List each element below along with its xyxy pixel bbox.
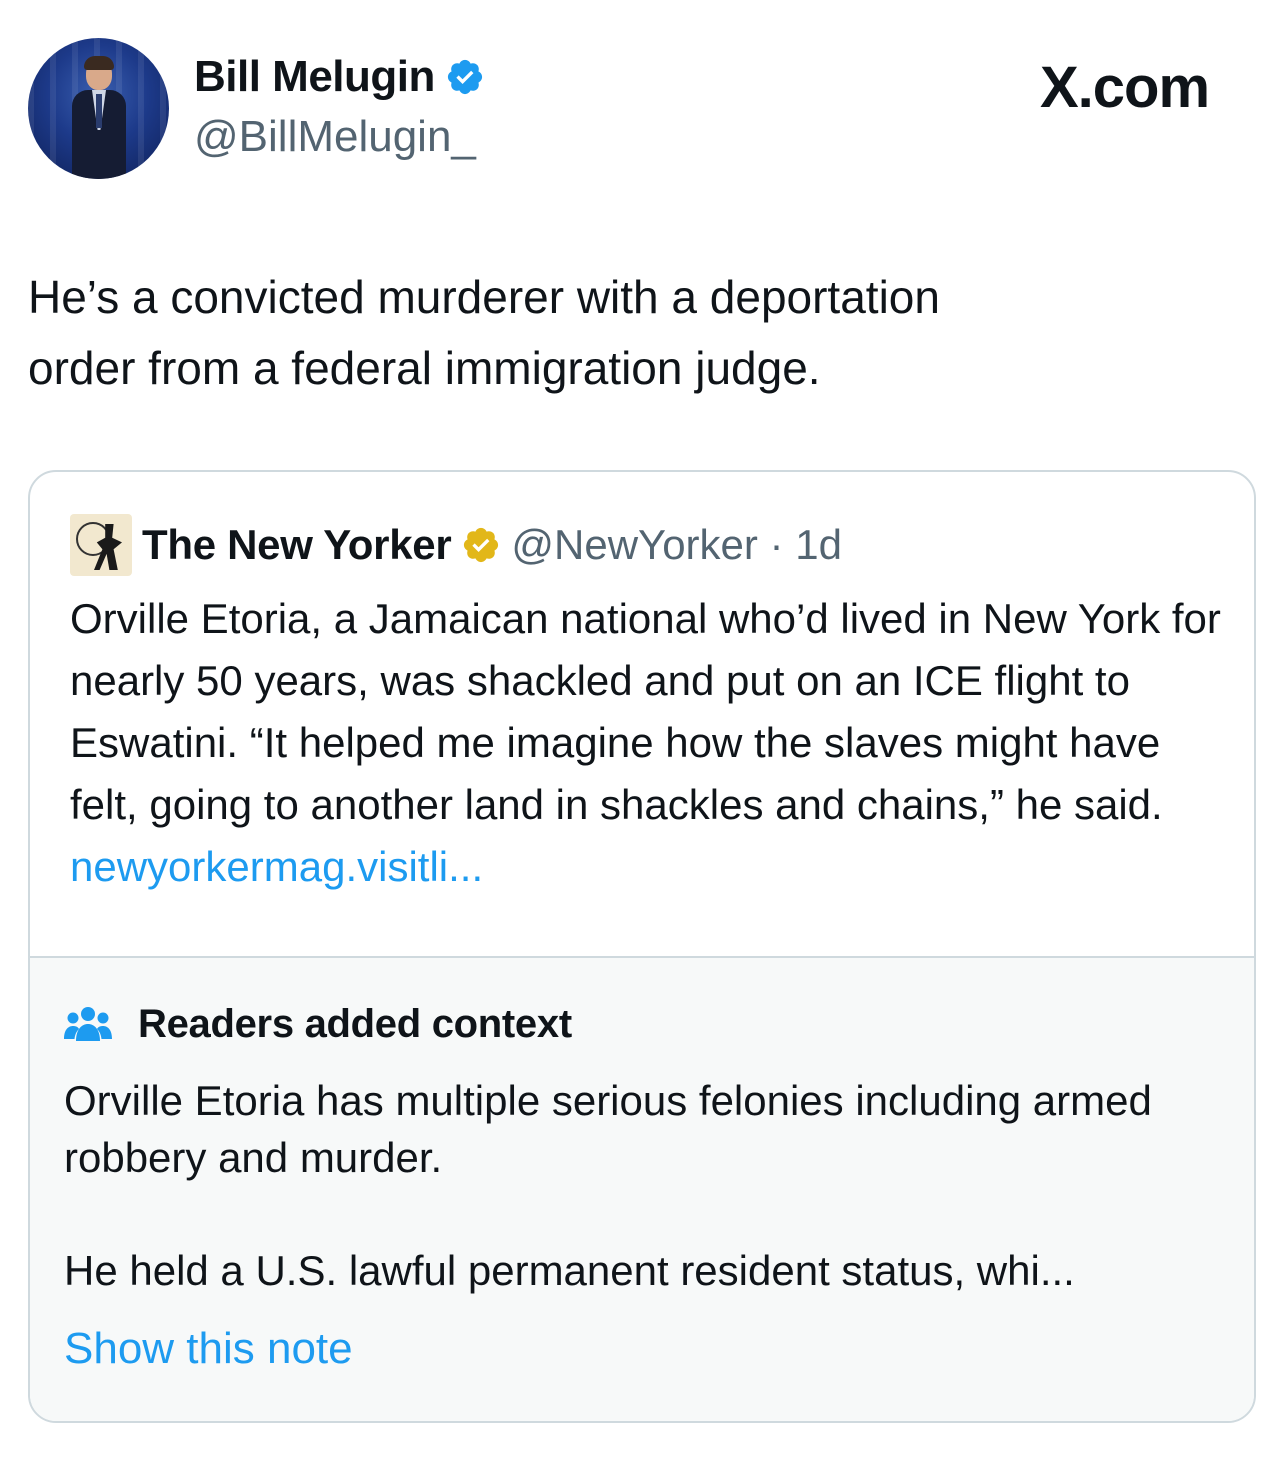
tweet-header: Bill Melugin @BillMelugin_ X.com <box>0 0 1284 200</box>
author-handle[interactable]: @BillMelugin_ <box>194 112 476 162</box>
blue-verified-badge-icon <box>447 59 482 95</box>
quoted-display-name[interactable]: The New Yorker <box>142 521 452 569</box>
author-name-row: Bill Melugin <box>194 52 485 102</box>
tweet-text-line: order from a federal immigration judge. <box>28 342 821 394</box>
people-icon <box>64 1006 112 1041</box>
meta-separator: · <box>757 521 796 568</box>
community-note-header: Readers added context <box>64 1002 572 1047</box>
tweet-text: He’s a convicted murderer with a deporta… <box>28 262 1248 404</box>
community-note-title: Readers added context <box>138 1002 572 1046</box>
quoted-timestamp[interactable]: 1d <box>795 521 842 568</box>
avatar-hair <box>84 56 114 70</box>
tweet-text-line: He’s a convicted murderer with a deporta… <box>28 271 940 323</box>
author-display-name[interactable]: Bill Melugin <box>194 52 435 102</box>
avatar-tie <box>96 94 102 128</box>
gold-verified-badge-icon <box>464 527 499 563</box>
quoted-handle[interactable]: @NewYorker <box>511 521 758 568</box>
quoted-body: Orville Etoria, a Jamaican national who’… <box>70 595 1221 828</box>
quoted-tweet-text: Orville Etoria, a Jamaican national who’… <box>70 588 1230 898</box>
quoted-meta: @NewYorker · 1d <box>511 521 842 569</box>
quoted-tweet-card[interactable]: The New Yorker @NewYorker · 1d Orville E… <box>28 470 1256 1423</box>
community-note-paragraph: He held a U.S. lawful permanent resident… <box>64 1247 1075 1294</box>
new-yorker-avatar[interactable] <box>70 514 132 576</box>
quoted-tweet-header: The New Yorker @NewYorker · 1d <box>70 514 842 576</box>
brand-watermark: X.com <box>1040 55 1210 120</box>
community-note[interactable]: Readers added context Orville Etoria has… <box>30 956 1254 1421</box>
quoted-link[interactable]: newyorkermag.visitli... <box>70 843 483 890</box>
author-avatar[interactable] <box>28 38 169 179</box>
community-note-paragraph: Orville Etoria has multiple serious felo… <box>64 1077 1152 1181</box>
show-this-note-link[interactable]: Show this note <box>64 1324 353 1374</box>
